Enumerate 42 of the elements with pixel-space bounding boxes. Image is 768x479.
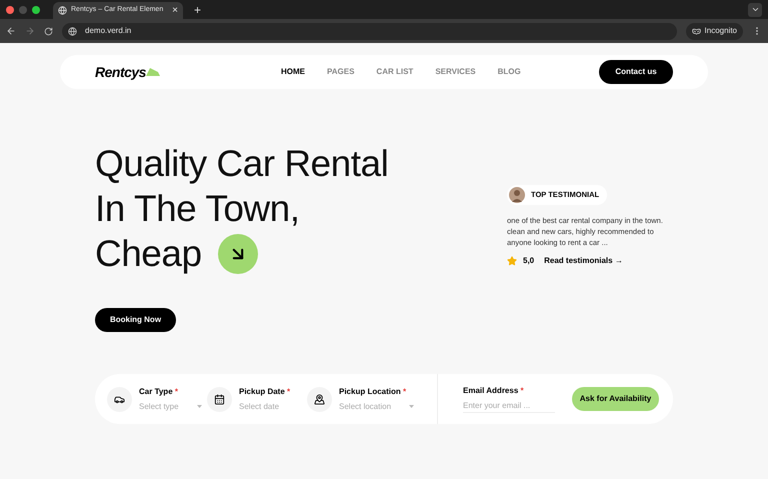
hero-heading-line: Cheap (95, 232, 202, 274)
globe-icon (58, 6, 67, 15)
dropdown-caret-icon (196, 405, 202, 408)
availability-button[interactable]: Ask for Availability (572, 387, 659, 411)
email-field[interactable]: Enter your email ... (463, 400, 555, 413)
nav-link[interactable]: HOME (281, 66, 305, 78)
calendar-icon (207, 386, 232, 412)
nav-link[interactable]: PAGES (327, 66, 354, 78)
address-bar[interactable]: demo.verd.in (62, 22, 677, 40)
contact-button[interactable]: Contact us (599, 60, 673, 84)
tab-menu-button[interactable] (748, 2, 762, 16)
site-info-icon[interactable] (68, 26, 77, 36)
dropdown-caret-icon (409, 405, 414, 408)
hero-heading-line: Quality Car Rental (95, 142, 388, 184)
url-text: demo.verd.in (85, 25, 132, 37)
nav-link[interactable]: SERVICES (435, 66, 476, 78)
tab-close-button[interactable]: × (172, 3, 178, 18)
close-window-icon[interactable] (6, 6, 14, 14)
chevron-down-icon (750, 5, 760, 14)
field-label: Car Type * (139, 386, 179, 398)
forward-icon[interactable] (25, 26, 35, 36)
rating-value: 5,0 (523, 255, 534, 267)
incognito-badge[interactable]: Incognito (686, 22, 743, 40)
star-icon (507, 256, 517, 266)
avatar-icon (509, 187, 525, 203)
field-label: Email Address * (463, 385, 525, 397)
nav-link[interactable]: CAR LIST (376, 66, 414, 78)
nav-link[interactable]: BLOG (498, 66, 521, 78)
back-icon[interactable] (6, 26, 16, 36)
arrow-down-right-icon[interactable] (218, 234, 258, 274)
car-icon (107, 386, 132, 412)
read-testimonials-link[interactable]: Read testimonials → (544, 255, 623, 267)
logo-mark-icon (146, 68, 160, 76)
maximize-window-icon[interactable] (32, 6, 40, 14)
reload-icon[interactable] (44, 26, 53, 36)
field-label: Pickup Date * (239, 386, 290, 398)
booking-button[interactable]: Booking Now (95, 308, 176, 332)
map-icon (307, 386, 332, 412)
hero-heading-line: In The Town, (95, 188, 300, 230)
field-label: Pickup Location * (339, 386, 408, 398)
logo[interactable]: Rentcys (95, 62, 146, 82)
new-tab-button[interactable]: + (194, 0, 202, 18)
